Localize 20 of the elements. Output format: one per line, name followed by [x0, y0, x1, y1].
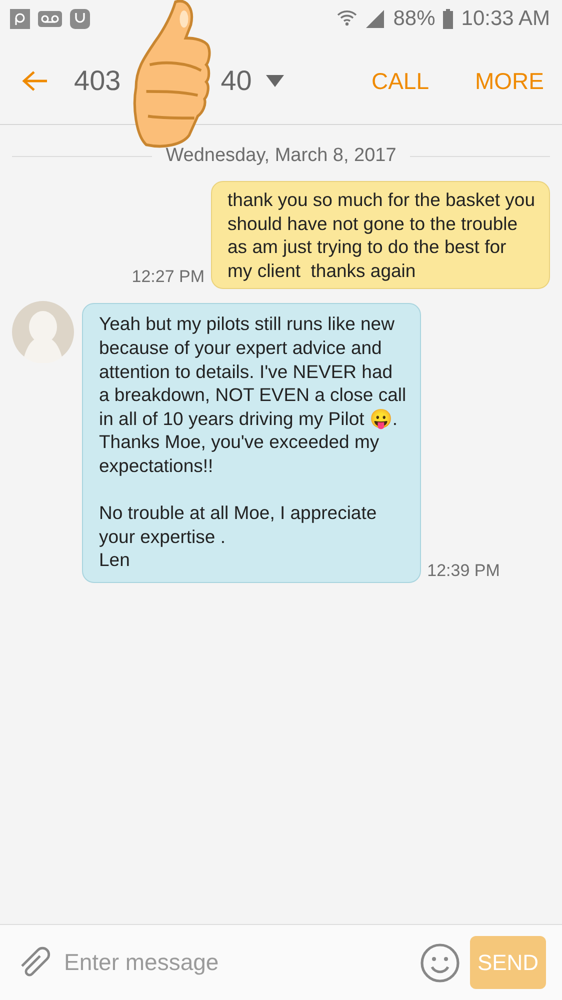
contact-title: 403	[74, 65, 121, 97]
date-divider: Wednesday, March 8, 2017	[166, 145, 396, 167]
message-time: 12:27 PM	[132, 267, 205, 288]
clock: 10:33 AM	[461, 7, 550, 31]
header-action[interactable]: MORE	[475, 68, 544, 94]
signal-icon	[365, 10, 386, 28]
battery-percent: 88%	[393, 7, 436, 31]
message-bubble: Yeah but my pilots still runs like new because of your expert advice and attention to details. I've NEVER had a breakdown, NOT EVEN a close call in all of 10 years driving my Pilot 😛. Thanks Moe, you've exceeded my expectations!! No trouble at all Moe, I appreciate your expertise . Len	[82, 303, 422, 583]
header-action[interactable]: CALL	[371, 68, 429, 94]
app-icon	[10, 9, 30, 29]
battery-icon	[443, 9, 454, 29]
dropdown-caret-icon[interactable]	[266, 75, 284, 87]
message-time: 12:39 PM	[427, 560, 500, 582]
back-arrow-icon[interactable]	[22, 70, 48, 92]
message-input[interactable]: Enter message	[62, 948, 410, 977]
contact-title: 40	[220, 65, 252, 97]
message-bubble: thank you so much for the basket you should have not gone to the trouble as am just trying to do the best for my client thanks again	[210, 181, 550, 290]
emoji-icon[interactable]	[420, 942, 460, 982]
voicemail-icon	[38, 11, 62, 27]
avatar-icon	[12, 301, 74, 364]
